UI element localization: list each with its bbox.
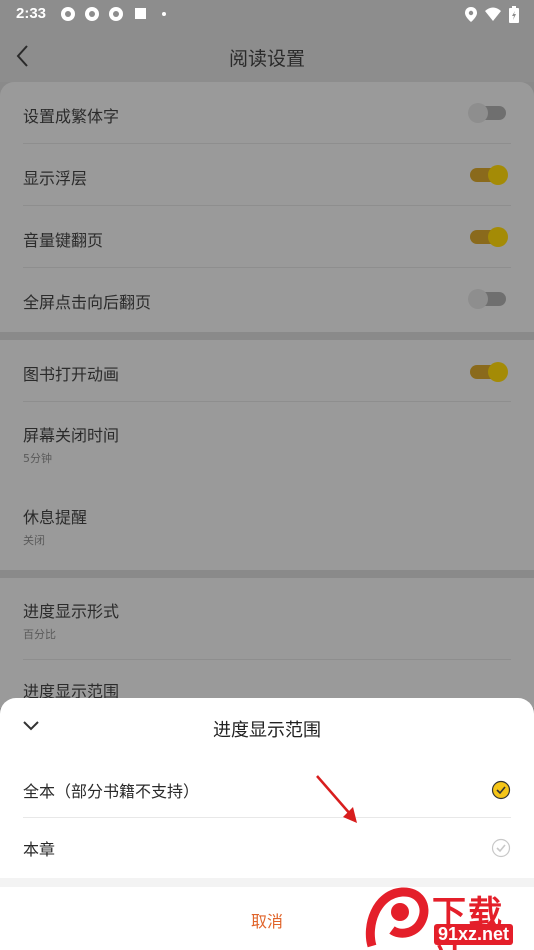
settings-group-behavior: 图书打开动画 屏幕关闭时间 5分钟 休息提醒 关闭 (0, 340, 534, 570)
status-time: 2:33 (16, 5, 47, 22)
watermark: 下载站 91xz.net (362, 886, 534, 950)
location-icon (465, 7, 477, 22)
setting-value: 百分比 (23, 628, 56, 641)
status-bar: 2:33 (0, 0, 534, 30)
setting-fullscreen-tap-next[interactable]: 全屏点击向后翻页 (0, 268, 534, 330)
square-notification-icon (135, 8, 146, 19)
dot-icon (162, 12, 166, 16)
battery-icon (509, 6, 519, 23)
sheet-title: 进度显示范围 (213, 720, 321, 741)
setting-show-overlay[interactable]: 显示浮层 (0, 144, 534, 206)
book-open-animation-toggle[interactable] (470, 362, 508, 382)
setting-label: 全屏点击向后翻页 (23, 293, 152, 312)
setting-label: 设置成繁体字 (23, 107, 120, 126)
option-label: 本章 (23, 840, 56, 859)
setting-label: 休息提醒 (23, 508, 88, 527)
settings-group-progress: 进度显示形式 百分比 进度显示范围 (0, 578, 534, 708)
settings-group-display: 设置成繁体字 显示浮层 音量键翻页 全屏点击向后翻页 (0, 82, 534, 332)
option-chapter[interactable]: 本章 (0, 818, 534, 876)
annotation-arrow-icon (316, 775, 357, 823)
fullscreen-tap-next-toggle[interactable] (468, 289, 506, 309)
traditional-chinese-toggle[interactable] (468, 103, 506, 123)
option-whole-book[interactable]: 全本（部分书籍不支持） (0, 760, 534, 818)
header: 阅读设置 (0, 30, 534, 82)
setting-value: 5分钟 (23, 452, 52, 465)
setting-label: 进度显示形式 (23, 602, 120, 621)
page-title: 阅读设置 (228, 48, 305, 70)
app-notification-icon (61, 7, 75, 21)
setting-rest-reminder[interactable]: 休息提醒 关闭 (0, 484, 534, 568)
option-label: 全本（部分书籍不支持） (23, 782, 200, 801)
show-overlay-toggle[interactable] (470, 165, 508, 185)
setting-label: 音量键翻页 (23, 231, 104, 250)
setting-label: 图书打开动画 (23, 365, 120, 384)
watermark-url: 91xz.net (434, 924, 514, 945)
check-unselected-icon (491, 838, 511, 858)
app-notification-icon (109, 7, 123, 21)
app-notification-icon (85, 7, 99, 21)
wifi-icon (485, 7, 501, 21)
volume-key-page-toggle[interactable] (470, 227, 508, 247)
setting-label: 显示浮层 (23, 169, 88, 188)
setting-progress-format[interactable]: 进度显示形式 百分比 (0, 578, 534, 660)
setting-traditional-chinese[interactable]: 设置成繁体字 (0, 82, 534, 144)
watermark-logo-icon (365, 887, 429, 948)
setting-book-open-animation[interactable]: 图书打开动画 (0, 340, 534, 402)
setting-screen-off-time[interactable]: 屏幕关闭时间 5分钟 (0, 402, 534, 484)
setting-label: 屏幕关闭时间 (23, 426, 120, 445)
setting-value: 关闭 (23, 534, 45, 547)
setting-volume-key-page[interactable]: 音量键翻页 (0, 206, 534, 268)
check-selected-icon (491, 780, 511, 800)
